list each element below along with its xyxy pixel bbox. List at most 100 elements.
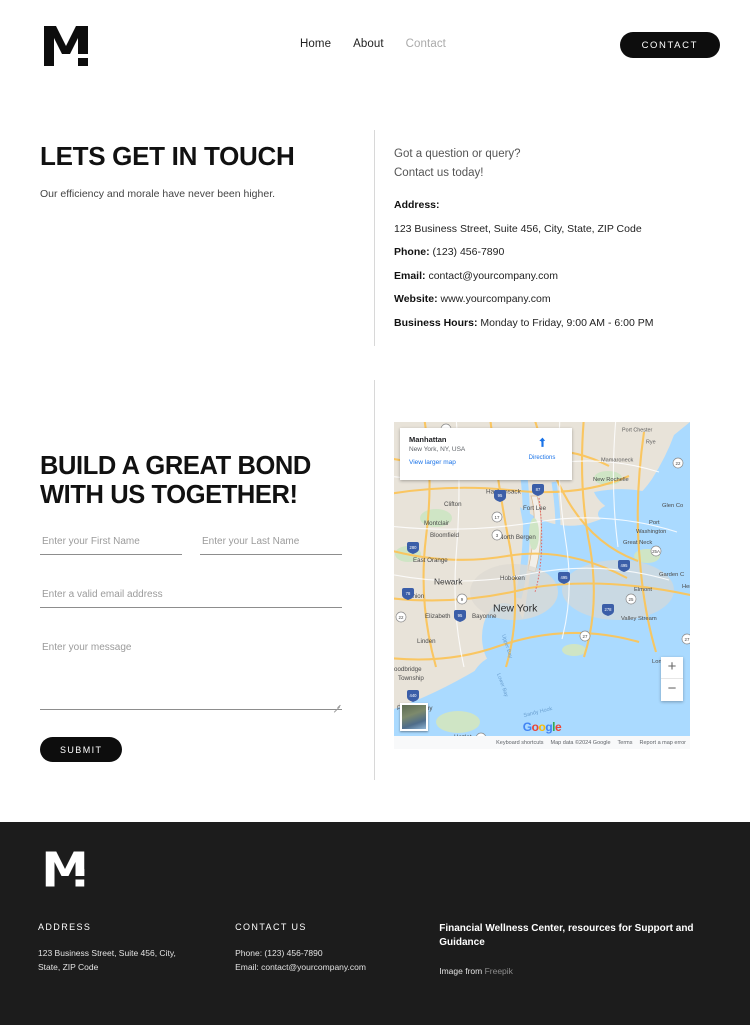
form-heading: BUILD A GREAT BOND WITH US TOGETHER! bbox=[40, 452, 342, 510]
footer-logo[interactable] bbox=[44, 848, 86, 890]
map-route-shield: 17 bbox=[491, 511, 503, 523]
map-water-label: Upper Bay bbox=[500, 634, 513, 660]
map-label: Newark bbox=[434, 576, 463, 586]
map-label: Great Neck bbox=[623, 540, 652, 546]
map-route-shield: 22 bbox=[672, 457, 684, 469]
footer-tagline: Financial Wellness Center, resources for… bbox=[439, 923, 694, 948]
map-label: New Rochelle bbox=[593, 477, 629, 483]
name-row bbox=[40, 534, 342, 556]
submit-button[interactable]: SUBMIT bbox=[40, 737, 123, 763]
map-place-card[interactable]: Manhattan New York, NY, USA View larger … bbox=[400, 428, 572, 480]
map-label: Hemp bbox=[682, 584, 690, 590]
map-label: New York bbox=[493, 603, 538, 615]
svg-text:278: 278 bbox=[605, 607, 613, 612]
map-route-shield: 495 bbox=[558, 572, 570, 584]
map-route-shield: 95 bbox=[494, 490, 506, 502]
map-report-error-link[interactable]: Report a map error bbox=[640, 740, 686, 746]
map-label: Garden C bbox=[659, 572, 684, 578]
map-route-shield: 278 bbox=[602, 604, 614, 616]
footer-contact-email[interactable]: Email: contact@yourcompany.com bbox=[235, 960, 439, 974]
svg-text:78: 78 bbox=[406, 591, 411, 596]
map-terms-link[interactable]: Terms bbox=[618, 740, 633, 746]
map-zoom-controls: + − bbox=[661, 657, 683, 701]
svg-text:95: 95 bbox=[498, 493, 503, 498]
map-label: North Bergen bbox=[499, 534, 536, 541]
hours-value: Monday to Friday, 9:00 AM - 6:00 PM bbox=[480, 316, 654, 329]
svg-text:280: 280 bbox=[410, 545, 418, 550]
address-value: 123 Business Street, Suite 456, City, St… bbox=[394, 222, 642, 235]
map-label: Clifton bbox=[444, 501, 462, 508]
site-footer: ADDRESS 123 Business Street, Suite 456, … bbox=[0, 822, 750, 1025]
map-label: Elmont bbox=[634, 587, 652, 593]
main-nav: Home About Contact bbox=[300, 38, 446, 50]
phone-label: Phone: bbox=[394, 246, 430, 259]
email-input[interactable] bbox=[40, 587, 342, 609]
email-label: Email: bbox=[394, 269, 426, 282]
map-route-shield: 87 bbox=[532, 484, 544, 496]
map-route-shield: 3 bbox=[491, 529, 503, 541]
map-label: Fort Lee bbox=[523, 505, 547, 512]
hours-label: Business Hours: bbox=[394, 316, 478, 329]
website-label: Website: bbox=[394, 293, 438, 306]
page-title: LETS GET IN TOUCH bbox=[40, 141, 295, 171]
google-logo: Google bbox=[522, 720, 562, 734]
get-in-touch-block: LETS GET IN TOUCH Our efficiency and mor… bbox=[40, 141, 360, 203]
map-directions-label: Directions bbox=[528, 455, 556, 461]
street-view-thumbnail[interactable] bbox=[400, 703, 428, 731]
svg-text:25A: 25A bbox=[652, 549, 660, 554]
footer-contact-phone: Phone: (123) 456-7890 bbox=[235, 948, 323, 958]
svg-text:22: 22 bbox=[399, 615, 404, 620]
svg-text:495: 495 bbox=[561, 575, 569, 580]
map-route-shield: 95 bbox=[454, 610, 466, 622]
map-route-shield: 27 bbox=[681, 633, 690, 645]
map-label: oodbridge bbox=[394, 666, 422, 673]
email-value[interactable]: contact@yourcompany.com bbox=[428, 270, 558, 282]
map-attribution-bar: Keyboard shortcuts Map data ©2024 Google… bbox=[394, 736, 690, 749]
info-row-phone: Phone: (123) 456-7890 bbox=[394, 247, 704, 258]
contact-info-list: Address: 123 Business Street, Suite 456,… bbox=[394, 200, 704, 328]
map-keyboard-shortcuts[interactable]: Keyboard shortcuts bbox=[496, 740, 543, 746]
map-label: Bayonne bbox=[472, 613, 497, 620]
map-label: Mamaroneck bbox=[601, 458, 634, 464]
footer-address-line-2: State, ZIP Code bbox=[38, 962, 99, 973]
message-textarea[interactable] bbox=[40, 638, 342, 711]
contact-page: Home About Contact CONTACT LETS GET IN T… bbox=[0, 0, 750, 1025]
last-name-input[interactable] bbox=[200, 534, 342, 556]
svg-text:95: 95 bbox=[458, 613, 463, 618]
section-divider-top bbox=[374, 130, 375, 346]
website-value[interactable]: www.yourcompany.com bbox=[441, 293, 551, 305]
site-header: Home About Contact CONTACT bbox=[0, 0, 750, 90]
nav-item-about[interactable]: About bbox=[353, 38, 384, 50]
map-zoom-out-button[interactable]: − bbox=[661, 679, 683, 701]
nav-item-contact[interactable]: Contact bbox=[406, 38, 446, 50]
map-water-label: Sandy Hook bbox=[523, 706, 553, 719]
info-row-email: Email: contact@yourcompany.com bbox=[394, 271, 704, 282]
first-name-input[interactable] bbox=[40, 534, 182, 556]
map-data-attribution: Map data ©2024 Google bbox=[550, 739, 611, 746]
query-line-1: Got a question or query? bbox=[394, 148, 521, 160]
map-label: Port bbox=[649, 520, 660, 526]
svg-text:87: 87 bbox=[536, 487, 541, 492]
google-map-embed[interactable]: Port ChesterRyeHackensackMamaroneckNew R… bbox=[394, 422, 690, 749]
address-label: Address: bbox=[394, 199, 440, 212]
brand-logo[interactable] bbox=[42, 24, 90, 68]
nav-item-home[interactable]: Home bbox=[300, 38, 331, 50]
svg-text:495: 495 bbox=[621, 563, 629, 568]
map-zoom-in-button[interactable]: + bbox=[661, 657, 683, 679]
footer-credit-link[interactable]: Freepik bbox=[485, 966, 513, 976]
map-directions-button[interactable]: Directions bbox=[520, 436, 564, 461]
map-water-label: Lower Bay bbox=[495, 673, 509, 698]
query-line-2: Contact us today! bbox=[394, 166, 484, 179]
map-label: Glen Co bbox=[662, 503, 683, 509]
map-label: Hoboken bbox=[500, 575, 525, 582]
footer-credit-prefix: Image from bbox=[439, 966, 485, 976]
info-row-address-value: 123 Business Street, Suite 456, City, St… bbox=[394, 224, 704, 235]
svg-text:27: 27 bbox=[583, 634, 588, 639]
footer-address-heading: ADDRESS bbox=[38, 922, 92, 932]
header-contact-button[interactable]: CONTACT bbox=[619, 32, 720, 58]
map-route-shield: 440 bbox=[407, 690, 419, 702]
footer-contact-heading: CONTACT US bbox=[235, 922, 307, 932]
directions-arrow-icon bbox=[538, 437, 545, 447]
map-route-shield: 280 bbox=[407, 542, 419, 554]
logo-m-icon bbox=[44, 26, 88, 66]
